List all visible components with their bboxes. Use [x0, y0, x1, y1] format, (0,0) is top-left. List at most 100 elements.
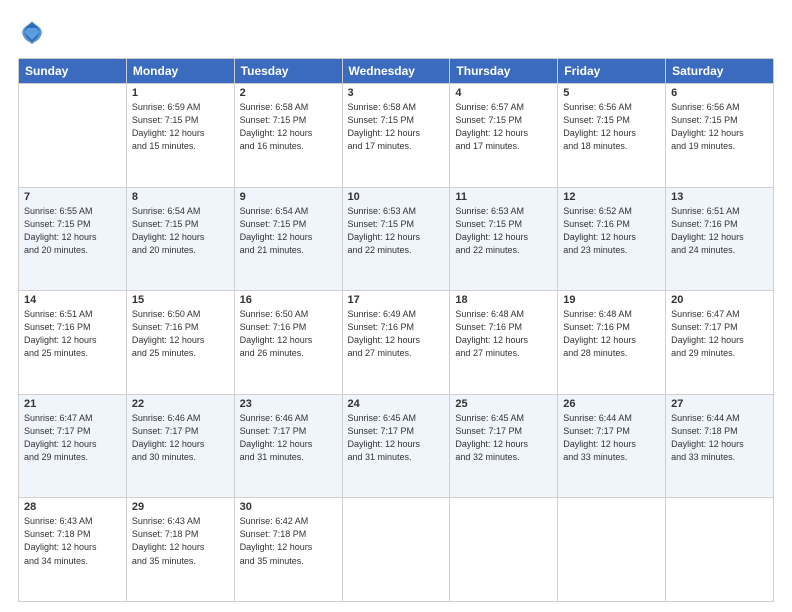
day-number: 5 [563, 87, 660, 99]
day-number: 4 [455, 87, 552, 99]
calendar-cell: 2Sunrise: 6:58 AM Sunset: 7:15 PM Daylig… [234, 84, 342, 188]
day-info: Sunrise: 6:56 AM Sunset: 7:15 PM Dayligh… [563, 101, 660, 153]
day-info: Sunrise: 6:52 AM Sunset: 7:16 PM Dayligh… [563, 205, 660, 257]
calendar-cell: 10 Sunrise: 6:53 AM Sunset: 7:15 PM Dayli… [342, 187, 450, 291]
week-row-4: 21Sunrise: 6:47 AM Sunset: 7:17 PM Dayli… [19, 394, 774, 498]
calendar-cell: 5 Sunrise: 6:56 AM Sunset: 7:15 PM Daylig… [558, 84, 666, 188]
page: Sunday Monday Tuesday Wednesday Thursday… [0, 0, 792, 612]
day-number: 23 [240, 398, 337, 410]
calendar-table: Sunday Monday Tuesday Wednesday Thursday… [18, 58, 774, 602]
day-number: 6 [671, 87, 768, 99]
week-row-5: 28 Sunrise: 6:43 AM Sunset: 7:18 PM Dayli… [19, 498, 774, 602]
day-info: Sunrise: 6:47 AM Sunset: 7:17 PM Dayligh… [24, 412, 121, 464]
day-number: 12 [563, 191, 660, 203]
day-info: Sunrise: 6:55 AM Sunset: 7:15 PM Dayligh… [24, 205, 121, 257]
day-info: Sunrise: 6:53 AM Sunset: 7:15 PM Dayligh… [455, 205, 552, 257]
calendar-cell: 4 Sunrise: 6:57 AM Sunset: 7:15 PM Daylig… [450, 84, 558, 188]
day-info: Sunrise: 6:56 AM Sunset: 7:15 PM Dayligh… [671, 101, 768, 153]
calendar-cell: 3Sunrise: 6:58 AM Sunset: 7:15 PM Daylig… [342, 84, 450, 188]
day-number: 7 [24, 191, 121, 203]
day-info: Sunrise: 6:53 AM Sunset: 7:15 PM Dayligh… [348, 205, 445, 257]
day-info: Sunrise: 6:51 AM Sunset: 7:16 PM Dayligh… [671, 205, 768, 257]
calendar-cell: 20 Sunrise: 6:47 AM Sunset: 7:17 PM Dayli… [666, 291, 774, 395]
day-info: Sunrise: 6:46 AM Sunset: 7:17 PM Dayligh… [240, 412, 337, 464]
col-wednesday: Wednesday [342, 59, 450, 84]
week-row-1: 1 Sunrise: 6:59 AM Sunset: 7:15 PM Daylig… [19, 84, 774, 188]
day-number: 30 [240, 501, 337, 513]
day-info: Sunrise: 6:43 AM Sunset: 7:18 PM Dayligh… [132, 515, 229, 567]
calendar-cell: 6 Sunrise: 6:56 AM Sunset: 7:15 PM Daylig… [666, 84, 774, 188]
week-row-2: 7 Sunrise: 6:55 AM Sunset: 7:15 PM Daylig… [19, 187, 774, 291]
day-info: Sunrise: 6:54 AM Sunset: 7:15 PM Dayligh… [132, 205, 229, 257]
day-number: 28 [24, 501, 121, 513]
calendar-cell: 15 Sunrise: 6:50 AM Sunset: 7:16 PM Dayli… [126, 291, 234, 395]
day-info: Sunrise: 6:59 AM Sunset: 7:15 PM Dayligh… [132, 101, 229, 153]
calendar-cell: 29 Sunrise: 6:43 AM Sunset: 7:18 PM Dayli… [126, 498, 234, 602]
day-number: 18 [455, 294, 552, 306]
day-info: Sunrise: 6:43 AM Sunset: 7:18 PM Dayligh… [24, 515, 121, 567]
day-info: Sunrise: 6:50 AM Sunset: 7:16 PM Dayligh… [132, 308, 229, 360]
day-info: Sunrise: 6:46 AM Sunset: 7:17 PM Dayligh… [132, 412, 229, 464]
header [18, 18, 774, 46]
logo [18, 18, 50, 46]
calendar-cell: 28 Sunrise: 6:43 AM Sunset: 7:18 PM Dayli… [19, 498, 127, 602]
day-info: Sunrise: 6:51 AM Sunset: 7:16 PM Dayligh… [24, 308, 121, 360]
calendar-cell: 23 Sunrise: 6:46 AM Sunset: 7:17 PM Dayli… [234, 394, 342, 498]
day-info: Sunrise: 6:50 AM Sunset: 7:16 PM Dayligh… [240, 308, 337, 360]
col-friday: Friday [558, 59, 666, 84]
day-number: 15 [132, 294, 229, 306]
calendar-cell: 16 Sunrise: 6:50 AM Sunset: 7:16 PM Dayli… [234, 291, 342, 395]
day-number: 27 [671, 398, 768, 410]
day-number: 2 [240, 87, 337, 99]
col-sunday: Sunday [19, 59, 127, 84]
calendar-cell: 9Sunrise: 6:54 AM Sunset: 7:15 PM Daylig… [234, 187, 342, 291]
day-number: 22 [132, 398, 229, 410]
logo-icon [18, 18, 46, 46]
day-info: Sunrise: 6:49 AM Sunset: 7:16 PM Dayligh… [348, 308, 445, 360]
calendar-cell: 22 Sunrise: 6:46 AM Sunset: 7:17 PM Dayli… [126, 394, 234, 498]
day-number: 29 [132, 501, 229, 513]
day-info: Sunrise: 6:54 AM Sunset: 7:15 PM Dayligh… [240, 205, 337, 257]
col-tuesday: Tuesday [234, 59, 342, 84]
calendar-cell: 24 Sunrise: 6:45 AM Sunset: 7:17 PM Dayli… [342, 394, 450, 498]
calendar-cell [558, 498, 666, 602]
day-number: 14 [24, 294, 121, 306]
week-row-3: 14 Sunrise: 6:51 AM Sunset: 7:16 PM Dayli… [19, 291, 774, 395]
day-number: 17 [348, 294, 445, 306]
day-info: Sunrise: 6:47 AM Sunset: 7:17 PM Dayligh… [671, 308, 768, 360]
day-number: 19 [563, 294, 660, 306]
day-number: 11 [455, 191, 552, 203]
day-number: 16 [240, 294, 337, 306]
calendar-cell: 12 Sunrise: 6:52 AM Sunset: 7:16 PM Dayli… [558, 187, 666, 291]
day-number: 26 [563, 398, 660, 410]
calendar-cell: 19 Sunrise: 6:48 AM Sunset: 7:16 PM Dayli… [558, 291, 666, 395]
calendar-cell [450, 498, 558, 602]
calendar-cell: 21Sunrise: 6:47 AM Sunset: 7:17 PM Dayli… [19, 394, 127, 498]
calendar-cell: 25Sunrise: 6:45 AM Sunset: 7:17 PM Dayli… [450, 394, 558, 498]
calendar-cell [666, 498, 774, 602]
calendar-cell: 26 Sunrise: 6:44 AM Sunset: 7:17 PM Dayli… [558, 394, 666, 498]
col-monday: Monday [126, 59, 234, 84]
day-number: 24 [348, 398, 445, 410]
calendar-cell: 8Sunrise: 6:54 AM Sunset: 7:15 PM Daylig… [126, 187, 234, 291]
col-saturday: Saturday [666, 59, 774, 84]
day-info: Sunrise: 6:48 AM Sunset: 7:16 PM Dayligh… [455, 308, 552, 360]
calendar-cell: 14 Sunrise: 6:51 AM Sunset: 7:16 PM Dayli… [19, 291, 127, 395]
calendar-cell [342, 498, 450, 602]
day-info: Sunrise: 6:57 AM Sunset: 7:15 PM Dayligh… [455, 101, 552, 153]
day-info: Sunrise: 6:42 AM Sunset: 7:18 PM Dayligh… [240, 515, 337, 567]
header-row: Sunday Monday Tuesday Wednesday Thursday… [19, 59, 774, 84]
calendar-cell: 7 Sunrise: 6:55 AM Sunset: 7:15 PM Daylig… [19, 187, 127, 291]
day-info: Sunrise: 6:45 AM Sunset: 7:17 PM Dayligh… [348, 412, 445, 464]
day-info: Sunrise: 6:44 AM Sunset: 7:17 PM Dayligh… [563, 412, 660, 464]
day-number: 1 [132, 87, 229, 99]
day-info: Sunrise: 6:44 AM Sunset: 7:18 PM Dayligh… [671, 412, 768, 464]
day-info: Sunrise: 6:58 AM Sunset: 7:15 PM Dayligh… [348, 101, 445, 153]
calendar-cell [19, 84, 127, 188]
day-info: Sunrise: 6:48 AM Sunset: 7:16 PM Dayligh… [563, 308, 660, 360]
day-number: 10 [348, 191, 445, 203]
calendar-cell: 30 Sunrise: 6:42 AM Sunset: 7:18 PM Dayli… [234, 498, 342, 602]
day-number: 13 [671, 191, 768, 203]
day-number: 20 [671, 294, 768, 306]
day-number: 25 [455, 398, 552, 410]
